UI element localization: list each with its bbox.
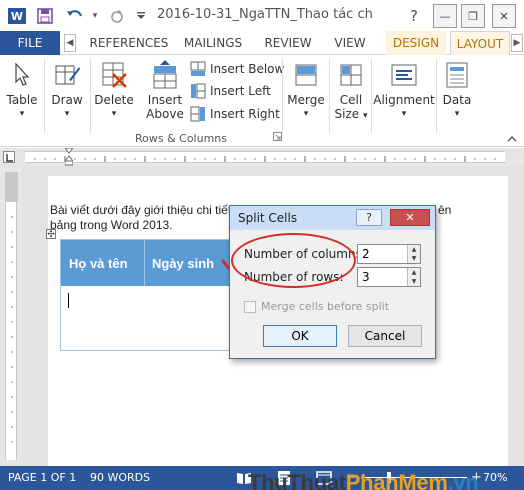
zoom-slider[interactable] [361, 477, 467, 478]
rows-up-icon[interactable]: ▲ [408, 268, 420, 277]
merge-before-split-label: Merge cells before split [261, 300, 390, 313]
dialog-title: Split Cells [238, 211, 298, 225]
status-bar: PAGE 1 OF 1 90 WORDS − + 70% [0, 466, 524, 490]
rows-down-icon[interactable]: ▼ [408, 277, 420, 286]
dialog-close-button[interactable]: ✕ [390, 209, 430, 226]
page-count[interactable]: PAGE 1 OF 1 [8, 471, 76, 484]
columns-spin-buttons: ▲ ▼ [407, 245, 420, 263]
read-mode-icon[interactable] [236, 470, 252, 486]
print-layout-icon[interactable] [276, 470, 292, 486]
columns-input[interactable]: 2 [362, 247, 370, 261]
rows-spinner[interactable]: 3 ▲ ▼ [357, 267, 421, 287]
zoom-in-button[interactable]: + [471, 470, 482, 485]
columns-spinner[interactable]: 2 ▲ ▼ [357, 244, 421, 264]
rows-spin-buttons: ▲ ▼ [407, 268, 420, 286]
web-layout-icon[interactable] [316, 470, 332, 486]
cancel-button[interactable]: Cancel [348, 325, 422, 347]
zoom-out-button[interactable]: − [346, 470, 357, 485]
zoom-slider-thumb[interactable] [387, 472, 391, 483]
columns-down-icon[interactable]: ▼ [408, 254, 420, 263]
rows-label: Number of rows: [244, 270, 344, 284]
word-count[interactable]: 90 WORDS [90, 471, 150, 484]
dialog-help-button[interactable]: ? [356, 209, 382, 226]
dialog-title-bar[interactable]: Split Cells ? ✕ [230, 206, 435, 230]
columns-label: Number of columns: [244, 247, 366, 261]
rows-input[interactable]: 3 [362, 270, 370, 284]
zoom-level[interactable]: 70% [483, 471, 507, 484]
merge-before-split-checkbox[interactable] [244, 301, 256, 313]
columns-up-icon[interactable]: ▲ [408, 245, 420, 254]
ok-button[interactable]: OK [263, 325, 337, 347]
split-cells-dialog: Split Cells ? ✕ Number of columns: 2 ▲ ▼… [229, 205, 436, 359]
